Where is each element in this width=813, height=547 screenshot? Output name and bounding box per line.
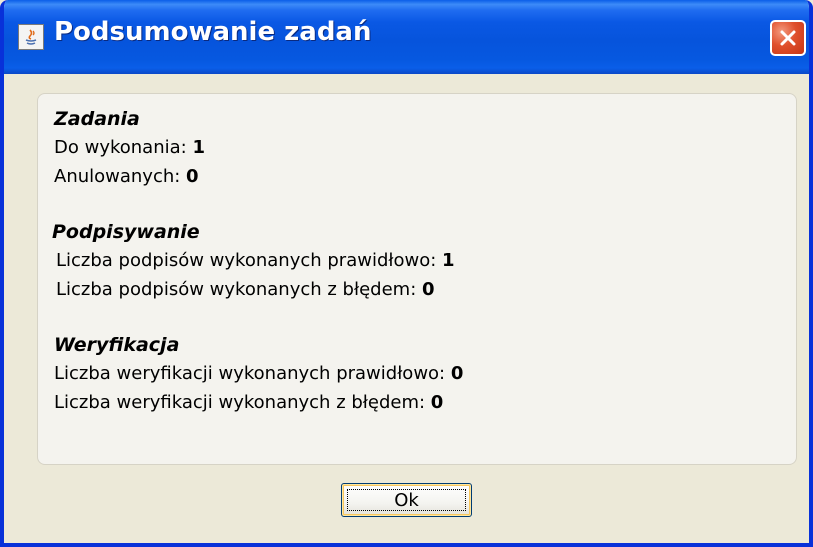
row-label: Do wykonania: (54, 137, 193, 158)
row-anulowanych: Anulowanych: 0 (54, 166, 199, 187)
row-label: Liczba podpisów wykonanych prawidłowo: (56, 250, 443, 271)
row-value: 1 (192, 137, 205, 158)
row-value: 0 (186, 166, 199, 187)
row-label: Liczba weryfikacji wykonanych z błędem: (54, 392, 431, 413)
section-title-zadania: Zadania (54, 108, 140, 130)
row-value: 0 (421, 279, 435, 300)
section-title-weryfikacja: Weryfikacja (54, 334, 180, 356)
row-label: Liczba podpisów wykonanych z błędem: (56, 279, 422, 300)
window-title: Podsumowanie zadań (54, 17, 372, 47)
row-label: Anulowanych: (54, 166, 187, 187)
row-podpisy-prawidlowo: Liczba podpisów wykonanych prawidłowo: 1 (56, 250, 455, 271)
section-title-podpisywanie: Podpisywanie (52, 221, 200, 243)
close-button[interactable] (770, 20, 806, 56)
row-weryfikacje-prawidlowo: Liczba weryfikacji wykonanych prawidłowo… (54, 363, 463, 384)
title-bar[interactable]: Podsumowanie zadań (4, 0, 809, 74)
dialog-window: Podsumowanie zadań Zadania Do wykonania:… (0, 0, 813, 547)
summary-panel: Zadania Do wykonania: 1 Anulowanych: 0 P… (37, 93, 797, 465)
row-podpisy-z-bledem: Liczba podpisów wykonanych z błędem: 0 (56, 279, 435, 300)
row-value: 0 (430, 392, 444, 413)
ok-button-label: Ok (394, 489, 419, 511)
java-icon (18, 24, 44, 50)
row-do-wykonania: Do wykonania: 1 (54, 137, 205, 158)
close-icon (780, 30, 796, 46)
ok-button[interactable]: Ok (341, 483, 472, 517)
row-value: 0 (450, 363, 464, 384)
row-value: 1 (442, 250, 455, 271)
row-label: Liczba weryfikacji wykonanych prawidłowo… (54, 363, 451, 384)
row-weryfikacje-z-bledem: Liczba weryfikacji wykonanych z błędem: … (54, 392, 443, 413)
